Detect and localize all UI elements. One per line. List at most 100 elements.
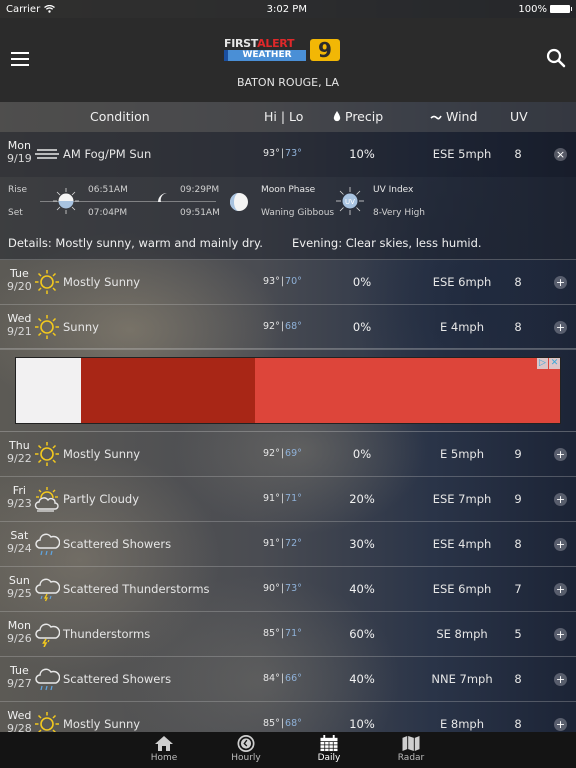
- expand-icon[interactable]: +: [554, 276, 567, 289]
- day-name: Wed: [7, 709, 32, 722]
- hamburger-menu-icon[interactable]: [11, 52, 29, 66]
- forecast-day-row[interactable]: Thu 9/22 Mostly Sunny 92°|69° 0% E 5mph 9 +: [0, 432, 576, 477]
- hi-lo-separator: |: [280, 673, 285, 684]
- lo-temp: 70°: [285, 276, 302, 287]
- day-name: Thu: [9, 439, 30, 452]
- uv-index-value: 8-Very High: [373, 208, 426, 218]
- forecast-day-row[interactable]: Mon 9/26 Thunderstorms 85°|71° 60% SE 8mph 5 +: [0, 612, 576, 657]
- forecast-day-row[interactable]: Tue 9/20 Mostly Sunny 93°|70° 0% ESE 6mph 8 +: [0, 260, 576, 305]
- wind-value: NNE 7mph: [431, 672, 493, 686]
- hi-lo-temps: 93°|73°: [263, 148, 302, 159]
- tab-daily-label: Daily: [317, 753, 341, 763]
- expand-icon[interactable]: +: [554, 628, 567, 641]
- scattered-thunderstorms-icon: [35, 578, 60, 602]
- thunderstorms-icon: [35, 623, 60, 647]
- day-date: 9/24: [7, 542, 32, 555]
- logo-channel-number: 9: [310, 39, 340, 61]
- moon-phase-label: Moon Phase: [261, 185, 316, 195]
- droplet-icon: [333, 111, 341, 122]
- hi-lo-temps: 91°|72°: [263, 538, 302, 549]
- uv-value: 5: [514, 627, 522, 641]
- expand-icon[interactable]: +: [554, 321, 567, 334]
- collapse-icon[interactable]: ×: [554, 148, 567, 161]
- adchoices-icon[interactable]: ▷: [537, 358, 548, 369]
- tab-radar[interactable]: Radar: [381, 735, 441, 763]
- wind-value: ESE 7mph: [432, 492, 492, 506]
- expand-icon[interactable]: +: [554, 538, 567, 551]
- logo-weather-text: WEATHER: [224, 50, 306, 61]
- tab-radar-label: Radar: [397, 753, 425, 763]
- column-uv-label: UV: [510, 109, 528, 124]
- tab-daily[interactable]: Daily: [299, 735, 359, 763]
- hi-temp: 93°: [263, 276, 280, 287]
- moonrise-time: 09:29PM: [180, 185, 220, 195]
- forecast-day-row[interactable]: Fri 9/23 Partly Cloudy 91°|71° 20% ESE 7mph 9 +: [0, 477, 576, 522]
- precip-value: 60%: [349, 627, 375, 641]
- ad-panel-middle: [81, 358, 255, 423]
- sunrise-time: 06:51AM: [88, 185, 128, 195]
- expand-icon[interactable]: +: [554, 493, 567, 506]
- precip-value: 0%: [352, 447, 372, 461]
- day-date: 9/20: [7, 280, 32, 293]
- hi-temp: 85°: [263, 628, 280, 639]
- column-condition: Condition: [90, 109, 150, 124]
- search-icon[interactable]: [546, 48, 566, 68]
- hi-lo-separator: |: [280, 276, 285, 287]
- map-icon: [402, 735, 420, 752]
- tab-hourly[interactable]: Hourly: [216, 735, 276, 763]
- precip-value: 0%: [352, 275, 372, 289]
- expand-icon[interactable]: +: [554, 673, 567, 686]
- day-date: 9/22: [7, 452, 32, 465]
- precip-value: 40%: [349, 672, 375, 686]
- carrier-label: Carrier: [6, 3, 41, 15]
- day-date: 9/23: [7, 497, 32, 510]
- status-bar: Carrier 3:02 PM 100%: [0, 0, 576, 18]
- condition-text: Mostly Sunny: [63, 447, 141, 461]
- sun-icon: [35, 270, 59, 294]
- column-precip-label: Precip: [345, 109, 384, 124]
- uv-value: 8: [514, 275, 522, 289]
- uv-badge-text: UV: [345, 198, 355, 206]
- first-alert-weather-logo: FIRSTALERT WEATHER 9: [224, 38, 352, 64]
- wind-value: ESE 6mph: [432, 275, 492, 289]
- expand-icon[interactable]: +: [554, 448, 567, 461]
- day-label: Sun 9/25: [7, 574, 32, 600]
- precip-value: 20%: [349, 492, 375, 506]
- logo-first-text: FIRST: [224, 37, 258, 50]
- uv-value: 9: [514, 492, 522, 506]
- hi-lo-temps: 90°|73°: [263, 583, 302, 594]
- lo-temp: 71°: [285, 493, 302, 504]
- wind-value: ESE 5mph: [432, 147, 492, 161]
- bottom-tab-bar: Home Hourly Daily Radar: [0, 732, 576, 768]
- forecast-day-row[interactable]: Sat 9/24 Scattered Showers 91°|72° 30% ESE 4m…: [0, 522, 576, 567]
- moonset-time: 09:51AM: [180, 208, 220, 218]
- forecast-day-row[interactable]: Sun 9/25 Scattered Thunderstorms 90°|73° 40%…: [0, 567, 576, 612]
- lo-temp: 69°: [285, 448, 302, 459]
- column-header-bar: Condition Hi | Lo Precip Wind UV: [0, 102, 576, 132]
- day-label: Wed 9/21: [7, 312, 32, 338]
- condition-text: Mostly Sunny: [63, 717, 141, 731]
- uv-value: 8: [514, 320, 522, 334]
- forecast-day-row[interactable]: Wed 9/21 Sunny 92°|68° 0% E 4mph 8 +: [0, 305, 576, 350]
- ad-panel-right: [255, 358, 560, 423]
- forecast-day-row[interactable]: Mon 9/19 AM Fog/PM Sun 93°|73° 10% ESE 5mph 8 ×: [0, 132, 576, 177]
- wind-value: E 4mph: [439, 320, 485, 334]
- hi-lo-separator: |: [280, 321, 285, 332]
- day-name: Tue: [9, 267, 29, 280]
- expand-icon[interactable]: +: [554, 583, 567, 596]
- hi-temp: 91°: [263, 493, 280, 504]
- day-date: 9/26: [7, 632, 32, 645]
- precip-value: 10%: [349, 147, 375, 161]
- ad-banner[interactable]: ▷ ✕: [15, 357, 561, 424]
- expand-icon[interactable]: +: [554, 718, 567, 731]
- forecast-day-row[interactable]: Tue 9/27 Scattered Showers 84°|66° 40% NNE 7m…: [0, 657, 576, 702]
- tab-home[interactable]: Home: [134, 735, 194, 763]
- condition-text: Mostly Sunny: [63, 275, 141, 289]
- hi-lo-temps: 84°|66°: [263, 673, 302, 684]
- precip-value: 40%: [349, 582, 375, 596]
- day-name: Tue: [9, 664, 29, 677]
- ad-close-icon[interactable]: ✕: [549, 358, 560, 369]
- precip-value: 30%: [349, 537, 375, 551]
- evening-text: Evening: Clear skies, less humid.: [292, 236, 482, 250]
- sun-icon: [35, 442, 59, 466]
